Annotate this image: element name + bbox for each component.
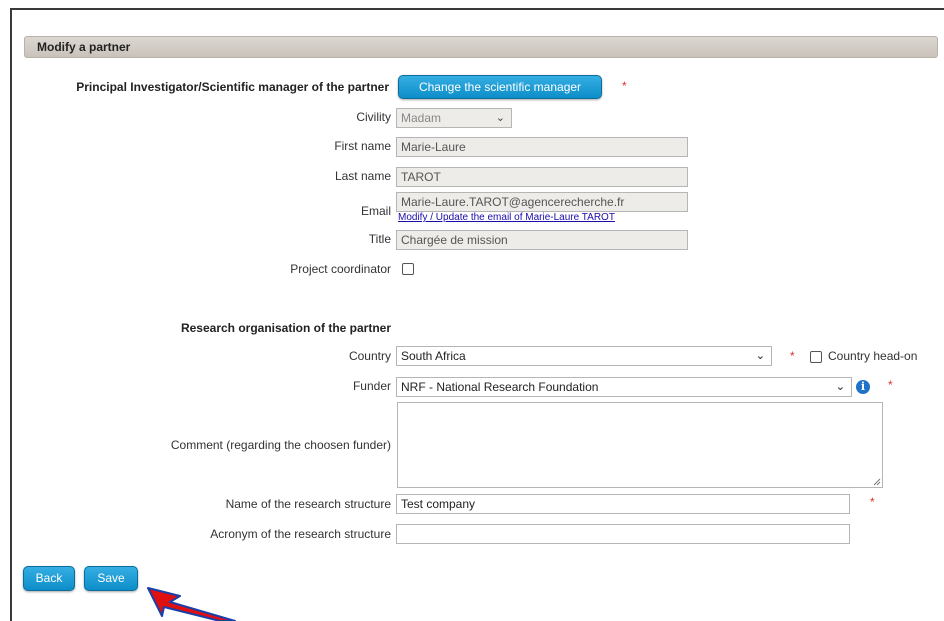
required-marker: * (790, 349, 795, 363)
firstname-label: First name (334, 139, 391, 153)
project-coordinator-checkbox[interactable] (402, 263, 414, 275)
country-label: Country (348, 349, 391, 363)
email-label: Email (360, 204, 391, 218)
org-section-label: Research organisation of the partner (180, 321, 391, 335)
save-button[interactable]: Save (84, 566, 138, 591)
acronym-field[interactable] (396, 524, 850, 544)
change-scientific-manager-button[interactable]: Change the scientific manager (398, 75, 602, 99)
structure-field[interactable]: Test company (396, 494, 850, 514)
comment-textarea[interactable] (397, 402, 883, 488)
title-label: Title (368, 232, 391, 246)
country-head-on-label: Country head-on (828, 349, 918, 363)
country-value: South Africa (401, 349, 466, 363)
resize-handle-icon[interactable] (873, 478, 881, 486)
top-banner (0, 0, 944, 6)
required-marker: * (622, 79, 627, 93)
panel-title: Modify a partner (24, 36, 938, 58)
required-marker: * (870, 495, 875, 509)
update-email-link[interactable]: Modify / Update the email of Marie-Laure… (398, 212, 615, 223)
required-marker: * (888, 378, 893, 392)
funder-select[interactable]: NRF - National Research Foundation ⌄ (396, 377, 852, 397)
chevron-down-icon: ⌄ (755, 350, 765, 362)
chevron-down-icon: ⌄ (495, 112, 505, 124)
firstname-field[interactable]: Marie-Laure (396, 137, 688, 157)
email-field[interactable]: Marie-Laure.TAROT@agencerecherche.fr (396, 192, 688, 212)
comment-label: Comment (regarding the choosen funder) (170, 438, 391, 452)
structure-label: Name of the research structure (225, 497, 391, 511)
chevron-down-icon: ⌄ (835, 381, 845, 393)
lastname-field[interactable]: TAROT (396, 167, 688, 187)
lastname-label: Last name (334, 169, 391, 183)
civility-label: Civility (356, 110, 391, 124)
pi-section-label: Principal Investigator/Scientific manage… (76, 80, 389, 94)
country-head-on-checkbox[interactable] (810, 351, 822, 363)
civility-value: Madam (401, 111, 442, 125)
acronym-label: Acronym of the research structure (210, 527, 391, 541)
title-field[interactable]: Chargée de mission (396, 230, 688, 250)
funder-label: Funder (352, 379, 391, 393)
arrow-icon (147, 587, 236, 621)
funder-value: NRF - National Research Foundation (401, 380, 599, 394)
info-icon[interactable]: i (856, 380, 870, 394)
civility-select[interactable]: Madam ⌄ (396, 108, 512, 128)
coordinator-label: Project coordinator (290, 262, 391, 276)
back-button[interactable]: Back (23, 566, 75, 591)
country-select[interactable]: South Africa ⌄ (396, 346, 772, 366)
